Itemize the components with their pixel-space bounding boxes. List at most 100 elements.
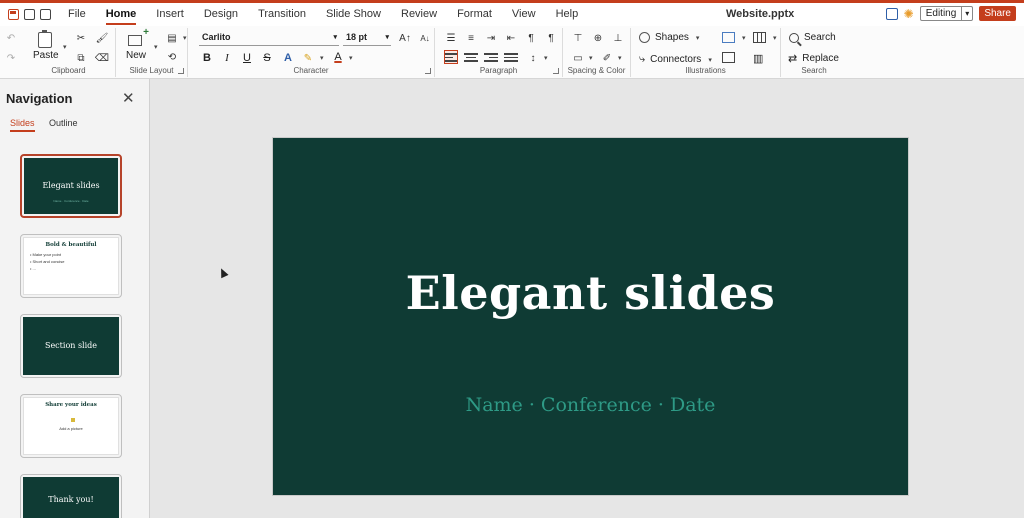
slide-thumbnail-3[interactable]: Section slide xyxy=(20,314,122,378)
search-icon xyxy=(789,32,799,43)
tab-slides[interactable]: Slides xyxy=(10,118,35,132)
character-launcher-icon[interactable] xyxy=(425,68,431,74)
tab-transition[interactable]: Transition xyxy=(248,3,316,26)
shrink-font-icon[interactable]: A↓ xyxy=(417,30,433,46)
undo-icon[interactable]: ↶ xyxy=(3,30,19,46)
bold-button[interactable]: B xyxy=(199,50,215,66)
new-slide-dropdown-icon[interactable]: ▾ xyxy=(154,43,158,51)
line-spacing-icon[interactable]: ↕ xyxy=(525,50,541,66)
insert-image-button[interactable]: ▾ xyxy=(722,32,746,43)
search-button[interactable]: Search xyxy=(789,32,836,43)
tab-format[interactable]: Format xyxy=(447,3,502,26)
highlight-dropdown-icon[interactable]: ▾ xyxy=(320,54,324,62)
strikethrough-button[interactable]: S xyxy=(259,50,275,66)
image-icon xyxy=(722,32,735,43)
font-color-dropdown-icon[interactable]: ▾ xyxy=(349,54,353,62)
current-slide[interactable]: Elegant slides Name · Conference · Date xyxy=(273,138,908,495)
new-slide-icon[interactable] xyxy=(128,27,149,46)
text-effects-button[interactable]: A xyxy=(280,50,296,66)
close-icon[interactable]: ✕ xyxy=(122,89,135,107)
slide-thumbnail-5[interactable]: Thank you! xyxy=(20,474,122,518)
paragraph-rtl-icon[interactable]: ¶ xyxy=(543,30,559,46)
navigation-pane: Navigation ✕ Slides Outline Elegant slid… xyxy=(0,79,150,518)
align-middle-icon[interactable]: ⊕ xyxy=(590,30,606,46)
align-top-icon[interactable]: ⊤ xyxy=(570,30,586,46)
thumbnail-caption: Add a picture xyxy=(59,426,83,431)
align-right-icon[interactable] xyxy=(484,51,498,65)
redo-icon[interactable]: ↷ xyxy=(3,50,19,66)
align-bottom-icon[interactable]: ⊥ xyxy=(610,30,626,46)
slide-title[interactable]: Elegant slides xyxy=(273,266,908,320)
paste-button[interactable]: Paste xyxy=(33,50,59,61)
thumbnail-subtitle: Name · Conference · Date xyxy=(53,199,89,203)
share-button[interactable]: Share xyxy=(979,6,1016,21)
connectors-button[interactable]: ⤷ Connectors ▾ xyxy=(639,53,712,66)
tab-help[interactable]: Help xyxy=(546,3,589,26)
replace-button[interactable]: ⇄ Replace xyxy=(788,52,839,65)
line-spacing-dropdown-icon[interactable]: ▾ xyxy=(544,54,548,62)
insert-table-button[interactable]: ▾ xyxy=(753,32,777,43)
sidebar-toggle-icon[interactable] xyxy=(885,7,898,20)
paste-icon[interactable] xyxy=(38,30,52,48)
app-icon[interactable] xyxy=(8,9,19,20)
increase-indent-icon[interactable]: ⇥ xyxy=(483,30,499,46)
tab-file[interactable]: File xyxy=(58,3,96,26)
clear-formatting-icon[interactable]: ⌫ xyxy=(94,50,110,66)
sparkle-icon[interactable]: ✺ xyxy=(904,8,914,20)
tab-design[interactable]: Design xyxy=(194,3,248,26)
chevron-down-icon: ▾ xyxy=(708,56,712,64)
align-left-icon[interactable] xyxy=(444,50,458,64)
slide-thumbnail-1[interactable]: Elegant slides Name · Conference · Date xyxy=(20,154,122,218)
cut-icon[interactable]: ✂ xyxy=(73,30,89,46)
grow-font-icon[interactable]: A↑ xyxy=(397,30,413,46)
slide-thumbnail-2[interactable]: Bold & beautiful • Make your point • Sho… xyxy=(20,234,122,298)
bullet-text: ... xyxy=(32,266,36,271)
format-painter-icon[interactable]: 🖌 xyxy=(94,30,110,46)
justify-icon[interactable] xyxy=(504,51,518,65)
layout-icon[interactable]: ▤ xyxy=(164,30,180,46)
underline-button[interactable]: U xyxy=(239,50,255,66)
numbering-icon[interactable]: ≡ xyxy=(463,30,479,46)
tab-view[interactable]: View xyxy=(502,3,546,26)
fill-color-dropdown-icon[interactable]: ▾ xyxy=(589,54,593,62)
copy-icon[interactable]: ⧉ xyxy=(73,50,89,66)
insert-textbox-button[interactable] xyxy=(722,52,735,63)
tab-slide-show[interactable]: Slide Show xyxy=(316,3,391,26)
layout-dropdown-icon[interactable]: ▾ xyxy=(183,34,187,42)
fill-color-icon[interactable]: ▭ xyxy=(570,50,586,66)
insert-chart-button[interactable]: ▥ xyxy=(753,52,763,65)
line-color-dropdown-icon[interactable]: ▾ xyxy=(618,54,622,62)
font-color-button[interactable]: A xyxy=(330,49,346,65)
thumbnail-bullet: • Short and concise xyxy=(30,259,65,264)
tab-home[interactable]: Home xyxy=(96,3,147,26)
italic-button[interactable]: I xyxy=(219,50,235,66)
slide-subtitle[interactable]: Name · Conference · Date xyxy=(273,394,908,416)
save-icon[interactable] xyxy=(24,9,35,20)
slide-layout-launcher-icon[interactable] xyxy=(178,68,184,74)
reset-slide-icon[interactable]: ⟲ xyxy=(164,49,180,65)
align-center-icon[interactable] xyxy=(464,51,478,65)
tab-insert[interactable]: Insert xyxy=(146,3,194,26)
quick-access-toolbar xyxy=(0,9,58,20)
paragraph-ltr-icon[interactable]: ¶ xyxy=(523,30,539,46)
edit-icon[interactable] xyxy=(40,9,51,20)
slide-thumbnail-4[interactable]: Share your ideas Add a picture xyxy=(20,394,122,458)
tab-outline[interactable]: Outline xyxy=(49,118,78,128)
paragraph-launcher-icon[interactable] xyxy=(553,68,559,74)
highlight-icon[interactable]: ✎ xyxy=(300,50,316,66)
tab-review[interactable]: Review xyxy=(391,3,447,26)
thumbnail-title: Section slide xyxy=(44,341,98,351)
font-name-field[interactable]: Carlito ▾ xyxy=(199,30,339,46)
editing-mode-dropdown[interactable]: Editing ▾ xyxy=(919,6,974,21)
shapes-icon xyxy=(639,32,650,43)
shapes-label: Shapes xyxy=(655,32,689,43)
bullets-icon[interactable]: ☰ xyxy=(443,30,459,46)
new-slide-button[interactable]: New xyxy=(126,50,146,61)
decrease-indent-icon[interactable]: ⇤ xyxy=(503,30,519,46)
replace-icon: ⇄ xyxy=(788,53,798,65)
navigation-title: Navigation xyxy=(6,91,73,106)
paste-dropdown-icon[interactable]: ▾ xyxy=(63,43,67,51)
line-color-icon[interactable]: ✐ xyxy=(599,50,615,66)
shapes-button[interactable]: Shapes ▾ xyxy=(639,32,699,43)
font-size-field[interactable]: 18 pt ▾ xyxy=(343,30,391,46)
